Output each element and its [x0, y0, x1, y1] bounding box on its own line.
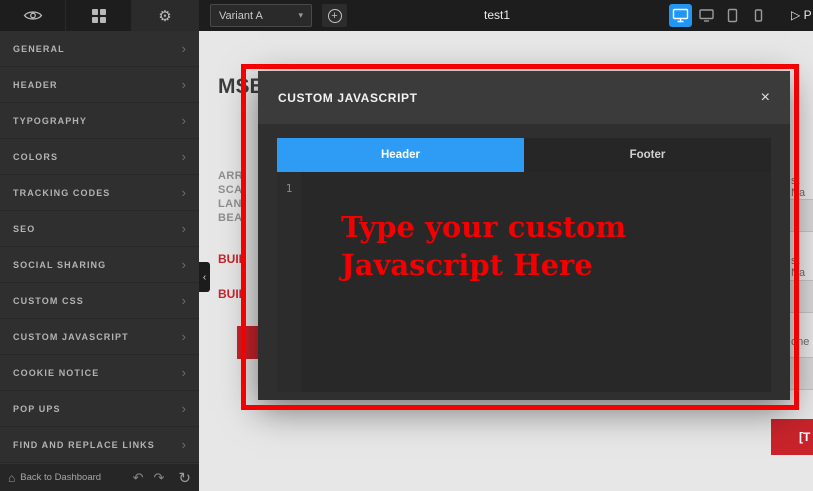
chevron-right-icon: ›	[181, 293, 186, 308]
preview-eye-button[interactable]	[0, 0, 66, 31]
sidebar-item-find-and-replace-links[interactable]: FIND AND REPLACE LINKS ›	[0, 427, 199, 463]
chevron-right-icon: ›	[181, 41, 186, 56]
sidebar-item-custom-css[interactable]: CUSTOM CSS ›	[0, 283, 199, 319]
form-last-name-label-fragment: st Na	[791, 255, 806, 279]
editor-line-number: 1	[277, 172, 301, 392]
sidebar-item-label: COOKIE NOTICE	[13, 367, 100, 378]
mobile-icon	[754, 9, 763, 22]
tagline-line: LAN	[218, 198, 242, 210]
close-icon[interactable]: ×	[761, 89, 770, 106]
form-first-name-input[interactable]	[789, 199, 813, 232]
modal-title: CUSTOM JAVASCRIPT	[278, 90, 418, 105]
settings-gear-button[interactable]: ⚙	[132, 0, 199, 31]
page-title: test1	[483, 8, 510, 22]
device-mobile-button[interactable]	[747, 4, 770, 27]
sidebar-item-label: GENERAL	[13, 43, 65, 54]
device-monitor-button[interactable]	[695, 4, 718, 27]
sidebar-item-typography[interactable]: TYPOGRAPHY ›	[0, 103, 199, 139]
monitor-icon	[699, 9, 714, 22]
refresh-button[interactable]: ↻	[178, 469, 191, 487]
redo-button[interactable]: ↷	[154, 470, 165, 486]
back-to-dashboard-link[interactable]: Back to Dashboard	[20, 472, 101, 483]
settings-sidebar: GENERAL › HEADER › TYPOGRAPHY › COLORS ›…	[0, 31, 199, 463]
modal-tabs: Header Footer	[277, 138, 771, 172]
publish-preview-button[interactable]: ▷ P	[791, 0, 812, 31]
tablet-icon	[727, 8, 738, 23]
topbar: ⚙ Variant A ▾ + test1 ▷ P	[0, 0, 813, 31]
add-variant-button[interactable]: +	[322, 4, 347, 27]
sidebar-item-label: POP UPS	[13, 403, 61, 414]
chevron-down-icon: ▾	[298, 10, 303, 20]
chevron-right-icon: ›	[181, 401, 186, 416]
tab-footer[interactable]: Footer	[524, 138, 771, 172]
sidebar-item-general[interactable]: GENERAL ›	[0, 31, 199, 67]
editor-code-area[interactable]	[301, 172, 771, 392]
form-phone-label-fragment: one	[791, 336, 810, 348]
chevron-right-icon: ›	[181, 77, 186, 92]
sidebar-item-custom-javascript[interactable]: CUSTOM JAVASCRIPT ›	[0, 319, 199, 355]
sidebar-item-colors[interactable]: COLORS ›	[0, 139, 199, 175]
form-last-name-input[interactable]	[789, 280, 813, 313]
widgets-grid-button[interactable]	[66, 0, 132, 31]
variant-label: Variant A	[219, 9, 263, 22]
plus-icon: +	[327, 8, 342, 23]
device-desktop-button[interactable]	[669, 4, 692, 27]
grid-icon	[91, 8, 106, 23]
canvas-red-text-fragment: BUIL	[218, 287, 246, 301]
chevron-right-icon: ›	[181, 185, 186, 200]
chevron-right-icon: ›	[181, 257, 186, 272]
modal-header: CUSTOM JAVASCRIPT ×	[258, 71, 790, 124]
form-first-name-label-fragment: st Na	[791, 175, 806, 199]
chevron-right-icon: ›	[181, 365, 186, 380]
sidebar-item-label: COLORS	[13, 151, 59, 162]
sidebar-item-label: CUSTOM CSS	[13, 295, 84, 306]
canvas-red-button-fragment[interactable]	[237, 326, 258, 359]
chevron-right-icon: ›	[181, 113, 186, 128]
form-phone-input[interactable]	[789, 357, 813, 390]
chevron-right-icon: ›	[181, 329, 186, 344]
chevron-right-icon: ›	[181, 437, 186, 452]
canvas-tagline-fragment: ARR SCA LAN BEA	[218, 169, 243, 225]
sidebar-item-seo[interactable]: SEO ›	[0, 211, 199, 247]
eye-icon	[23, 11, 42, 20]
sidebar-item-label: TYPOGRAPHY	[13, 115, 88, 126]
undo-button[interactable]: ↶	[133, 470, 144, 486]
sidebar-item-tracking-codes[interactable]: TRACKING CODES ›	[0, 175, 199, 211]
custom-javascript-modal: CUSTOM JAVASCRIPT × Header Footer 1	[258, 71, 790, 400]
tagline-line: ARR	[218, 170, 244, 182]
desktop-icon	[672, 8, 689, 23]
javascript-code-editor[interactable]: 1	[277, 172, 771, 392]
page-canvas: MSB ARR SCA LAN BEA BUIL BUIL st Na st N…	[199, 31, 813, 491]
collapse-left-icon: ‹	[202, 271, 207, 283]
sidebar-item-label: SOCIAL SHARING	[13, 259, 107, 270]
sidebar-item-label: SEO	[13, 223, 36, 234]
gear-icon: ⚙	[158, 7, 172, 25]
chevron-right-icon: ›	[181, 149, 186, 164]
tab-header[interactable]: Header	[277, 138, 524, 172]
device-preview-switcher	[669, 4, 770, 27]
variant-select[interactable]: Variant A ▾	[210, 4, 312, 27]
sidebar-footer: ⌂ Back to Dashboard ↶ ↷ ↻	[0, 463, 199, 491]
chevron-right-icon: ›	[181, 221, 186, 236]
sidebar-collapse-handle[interactable]: ‹	[199, 262, 210, 292]
sidebar-item-cookie-notice[interactable]: COOKIE NOTICE ›	[0, 355, 199, 391]
sidebar-item-social-sharing[interactable]: SOCIAL SHARING ›	[0, 247, 199, 283]
sidebar-item-pop-ups[interactable]: POP UPS ›	[0, 391, 199, 427]
sidebar-item-label: TRACKING CODES	[13, 187, 111, 198]
sidebar-item-header[interactable]: HEADER ›	[0, 67, 199, 103]
tagline-line: BEA	[218, 212, 243, 224]
tagline-line: SCA	[218, 184, 243, 196]
sidebar-item-label: HEADER	[13, 79, 58, 90]
form-submit-button[interactable]: [T	[771, 419, 813, 455]
canvas-red-text-fragment: BUIL	[218, 252, 246, 266]
device-tablet-button[interactable]	[721, 4, 744, 27]
sidebar-item-label: FIND AND REPLACE LINKS	[13, 439, 155, 450]
sidebar-item-label: CUSTOM JAVASCRIPT	[13, 331, 129, 342]
home-icon: ⌂	[8, 470, 16, 485]
